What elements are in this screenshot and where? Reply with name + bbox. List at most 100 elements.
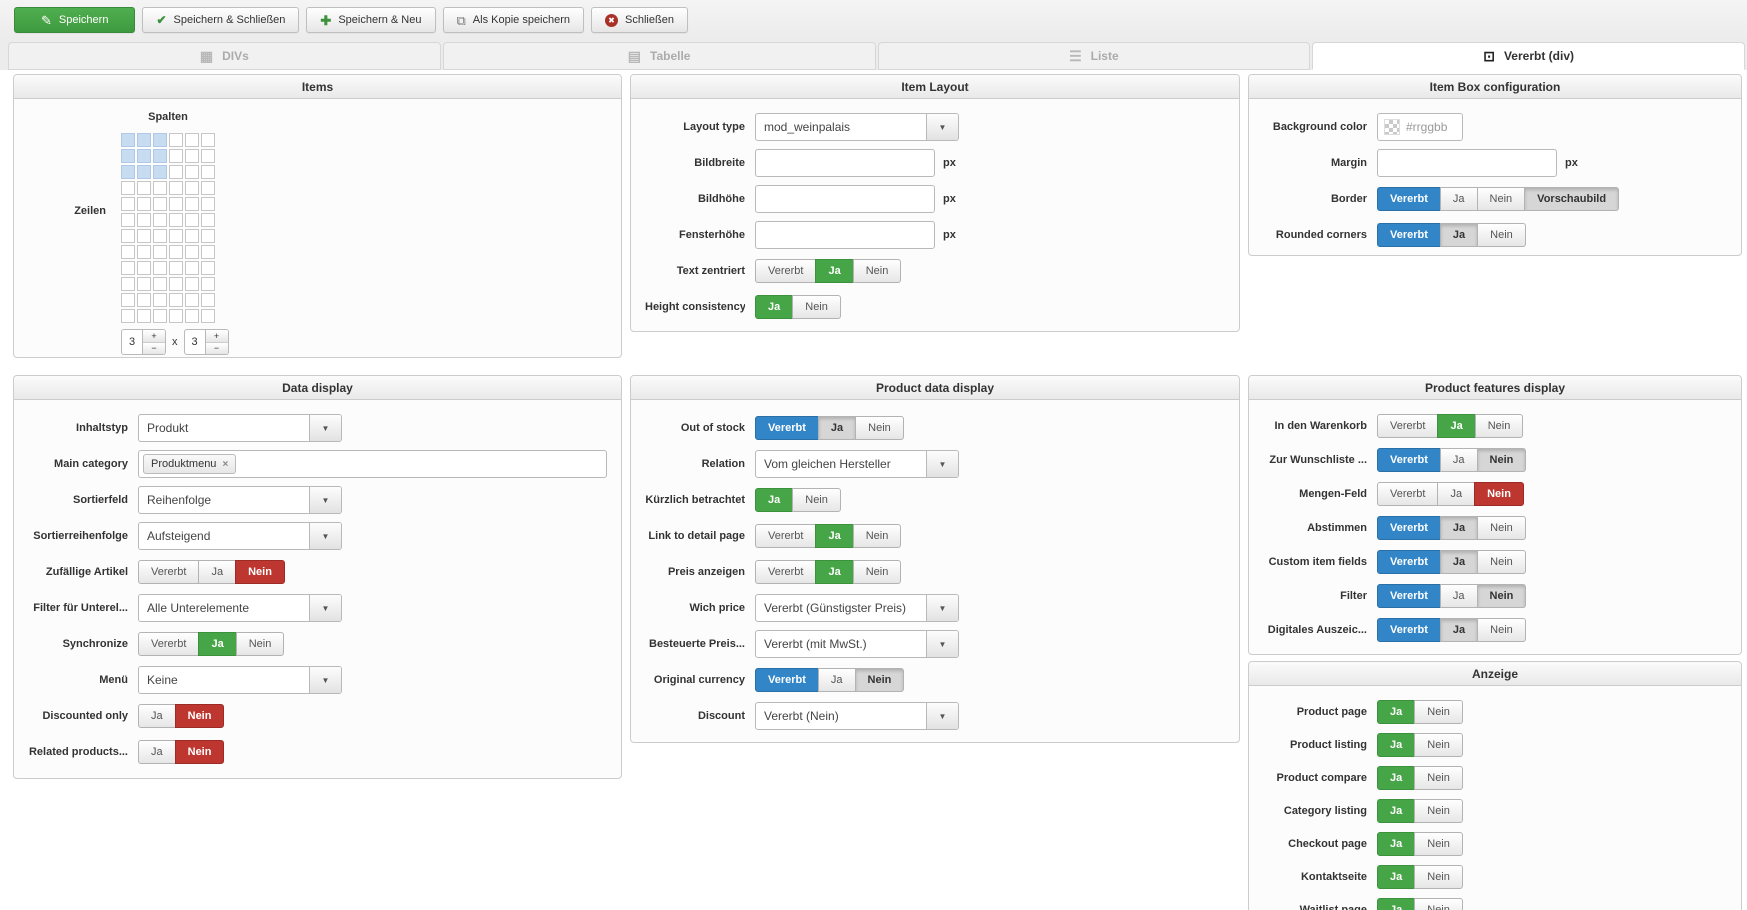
grid-cell[interactable] [121,277,135,291]
speichern-schließen-button[interactable]: ✔ Speichern & Schließen [142,7,300,33]
grid-cell[interactable] [185,213,199,227]
tab-tabelle[interactable]: ▤ Tabelle [442,42,876,70]
menü-select[interactable]: Keine ▼ [138,666,342,694]
relation-select[interactable]: Vom gleichen Hersteller ▼ [755,450,959,478]
columns-increment-button[interactable]: + [143,330,165,342]
tab-liste[interactable]: ☰ Liste [877,42,1311,70]
grid-cell[interactable] [121,293,135,307]
grid-cell[interactable] [153,309,167,323]
grid-cell[interactable] [153,165,167,179]
grid-cell[interactable] [153,245,167,259]
grid-cell[interactable] [185,293,199,307]
toggle-option-vererbt[interactable]: Vererbt [755,524,817,548]
grid-cell[interactable] [169,293,183,307]
toggle-option-nein[interactable]: Nein [1414,733,1463,757]
toggle-option-nein[interactable]: Nein [1414,799,1463,823]
rows-decrement-button[interactable]: − [205,342,228,354]
grid-cell[interactable] [185,277,199,291]
grid-cell[interactable] [137,309,151,323]
filter-für-unterel-select[interactable]: Alle Unterelemente ▼ [138,594,342,622]
toggle-option-ja[interactable]: Ja [755,295,794,319]
toggle-option-vererbt[interactable]: Vererbt [138,560,200,584]
grid-cell[interactable] [169,277,183,291]
grid-cell[interactable] [201,245,215,259]
main-category-input[interactable]: Produktmenu × [138,450,607,478]
toggle-option-nein[interactable]: Nein [1476,584,1527,608]
grid-cell[interactable] [121,149,135,163]
grid-cell[interactable] [201,293,215,307]
chevron-down-icon[interactable]: ▼ [309,415,341,441]
chevron-down-icon[interactable]: ▼ [926,451,958,477]
toggle-option-ja[interactable]: Ja [1377,700,1416,724]
grid-cell[interactable] [137,165,151,179]
toggle-option-vorschaubild[interactable]: Vorschaubild [1524,187,1620,211]
speichern-neu-button[interactable]: ✚ Speichern & Neu [306,7,436,33]
grid-cell[interactable] [153,261,167,275]
toggle-option-nein[interactable]: Nein [792,488,841,512]
grid-cell[interactable] [137,245,151,259]
toggle-option-ja[interactable]: Ja [138,740,176,764]
toggle-option-ja[interactable]: Ja [1377,832,1416,856]
als-kopie-speichern-button[interactable]: ⧉ Als Kopie speichern [442,7,585,33]
grid-cell[interactable] [201,229,215,243]
toggle-option-ja[interactable]: Ja [1439,187,1478,211]
toggle-option-vererbt[interactable]: Vererbt [1377,482,1439,506]
grid-cell[interactable] [121,213,135,227]
chevron-down-icon[interactable]: ▼ [309,595,341,621]
rows-count-input[interactable] [183,329,206,355]
toggle-option-vererbt[interactable]: Vererbt [1377,584,1441,608]
grid-cell[interactable] [201,277,215,291]
toggle-option-vererbt[interactable]: Vererbt [1377,187,1441,211]
grid-cell[interactable] [185,181,199,195]
grid-cell[interactable] [201,309,215,323]
toggle-option-nein[interactable]: Nein [855,416,904,440]
grid-cell[interactable] [169,261,183,275]
grid-cell[interactable] [201,165,215,179]
toggle-option-ja[interactable]: Ja [1439,550,1479,574]
grid-cell[interactable] [169,133,183,147]
grid-cell[interactable] [121,133,135,147]
remove-tag-icon[interactable]: × [222,459,228,470]
grid-cell[interactable] [153,181,167,195]
toggle-option-ja[interactable]: Ja [815,560,854,584]
tab-divs[interactable]: ▦ DIVs [8,42,441,70]
toggle-option-vererbt[interactable]: Vererbt [755,259,817,283]
columns-decrement-button[interactable]: − [143,342,165,354]
grid-cell[interactable] [137,133,151,147]
grid-cell[interactable] [185,261,199,275]
grid-cell[interactable] [121,261,135,275]
grid-cell[interactable] [201,133,215,147]
background-color-input[interactable]: #rrggbb [1377,113,1463,141]
toggle-option-nein[interactable]: Nein [235,560,285,584]
layout-type-select[interactable]: mod_weinpalais ▼ [755,113,959,141]
grid-cell[interactable] [153,197,167,211]
toggle-option-ja[interactable]: Ja [817,416,857,440]
inhaltstyp-select[interactable]: Produkt ▼ [138,414,342,442]
toggle-option-ja[interactable]: Ja [1377,799,1416,823]
toggle-option-nein[interactable]: Nein [1414,865,1463,889]
toggle-option-vererbt[interactable]: Vererbt [1377,414,1439,438]
toggle-option-vererbt[interactable]: Vererbt [1377,516,1441,540]
sortierfeld-select[interactable]: Reihenfolge ▼ [138,486,342,514]
grid-cell[interactable] [153,149,167,163]
toggle-option-ja[interactable]: Ja [755,488,794,512]
toggle-option-nein[interactable]: Nein [174,704,225,728]
grid-cell[interactable] [201,149,215,163]
toggle-option-nein[interactable]: Nein [235,632,285,656]
toggle-option-ja[interactable]: Ja [138,704,176,728]
toggle-option-nein[interactable]: Nein [1476,448,1527,472]
toggle-option-nein[interactable]: Nein [1477,550,1526,574]
grid-cell[interactable] [169,149,183,163]
grid-cell[interactable] [121,165,135,179]
bildhöhe-input[interactable] [755,185,935,213]
grid-cell[interactable] [137,277,151,291]
toggle-option-nein[interactable]: Nein [1414,832,1463,856]
toggle-option-ja[interactable]: Ja [1377,733,1416,757]
toggle-option-vererbt[interactable]: Vererbt [755,416,819,440]
besteuerte-preis-select[interactable]: Vererbt (mit MwSt.) ▼ [755,630,959,658]
grid-cell[interactable] [153,229,167,243]
grid-cell[interactable] [169,245,183,259]
toggle-option-nein[interactable]: Nein [1477,223,1526,247]
grid-cell[interactable] [137,181,151,195]
margin-input[interactable] [1377,149,1557,177]
